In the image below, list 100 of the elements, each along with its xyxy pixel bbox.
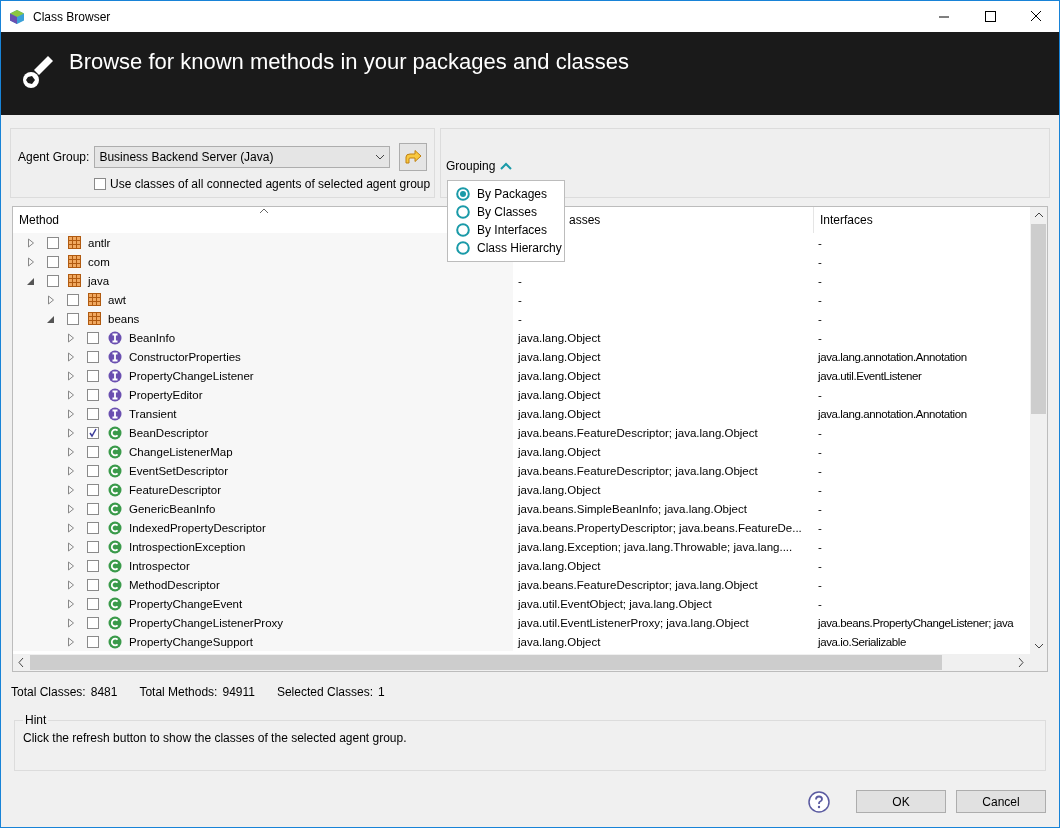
horizontal-scrollbar[interactable]	[13, 654, 1047, 671]
tree-item[interactable]: Transient	[129, 407, 177, 420]
checkbox[interactable]	[87, 407, 99, 420]
expander-icon[interactable]	[67, 351, 75, 362]
checkbox[interactable]	[87, 521, 99, 534]
table-cell: java.lang.Object	[518, 483, 601, 496]
expander-icon[interactable]	[67, 389, 75, 400]
table-cell: java.lang.Object	[518, 407, 601, 420]
app-icon	[9, 8, 25, 25]
tree-item[interactable]: EventSetDescriptor	[129, 464, 229, 477]
expander-icon[interactable]	[27, 237, 35, 248]
expander-icon[interactable]	[67, 522, 75, 533]
refresh-button[interactable]	[399, 143, 428, 171]
expander-icon[interactable]	[67, 484, 75, 495]
checkbox-label: Use classes of all connected agents of selected agent group	[110, 177, 431, 191]
tree-item[interactable]: beans	[108, 312, 140, 325]
table-cell: java.lang.Exception; java.lang.Throwable; java.lang....	[518, 540, 793, 553]
table-cell: java.lang.Object	[518, 635, 601, 648]
radio-option[interactable]: By Classes	[456, 203, 564, 221]
window-title: Class Browser	[33, 9, 111, 24]
agent-group-dropdown[interactable]: Business Backend Server (Java)	[94, 146, 391, 168]
tree-item[interactable]: antlr	[88, 236, 111, 249]
vertical-scrollbar[interactable]	[1030, 207, 1047, 654]
chevron-icon	[500, 162, 513, 170]
tree-item[interactable]: GenericBeanInfo	[129, 502, 216, 515]
arrow-icon	[404, 149, 423, 165]
checkbox[interactable]	[87, 597, 99, 610]
tree-item[interactable]: MethodDescriptor	[129, 578, 220, 591]
checkbox[interactable]	[47, 255, 59, 268]
checkbox[interactable]	[87, 445, 99, 458]
help-icon[interactable]	[808, 790, 830, 813]
checkbox[interactable]	[94, 178, 106, 190]
expander-icon[interactable]	[67, 408, 75, 419]
status-value: 1	[378, 685, 385, 701]
expander-icon[interactable]	[67, 503, 75, 514]
checkbox[interactable]	[87, 464, 99, 477]
expander-icon[interactable]	[67, 560, 75, 571]
expander-icon[interactable]	[67, 427, 75, 438]
tree-item[interactable]: java	[88, 274, 110, 287]
tree-item[interactable]: PropertyChangeListener	[129, 369, 254, 382]
checkbox[interactable]	[87, 502, 99, 515]
checkbox[interactable]	[87, 388, 99, 401]
checkbox[interactable]	[87, 616, 99, 629]
checkbox[interactable]	[87, 559, 99, 572]
expander-icon[interactable]	[27, 256, 35, 267]
checkbox[interactable]	[87, 350, 99, 363]
checkbox[interactable]	[67, 312, 79, 325]
tree-item[interactable]: IndexedPropertyDescriptor	[129, 521, 266, 534]
expander-icon[interactable]	[47, 294, 55, 305]
expander-icon[interactable]	[67, 598, 75, 609]
expander-icon[interactable]	[67, 332, 75, 343]
radio-option[interactable]: By Interfaces	[456, 221, 564, 239]
tree-item[interactable]: ConstructorProperties	[129, 350, 241, 363]
table-cell: -	[818, 578, 822, 591]
table-cell: java.lang.Object	[518, 559, 601, 572]
tree-item[interactable]: PropertyEditor	[129, 388, 203, 401]
tree-item[interactable]: com	[88, 255, 110, 268]
hint-title: Hint	[24, 713, 48, 727]
expander-icon[interactable]	[67, 636, 75, 647]
checkbox[interactable]	[47, 236, 59, 249]
dialog-button[interactable]: OK	[856, 790, 946, 813]
expander-icon[interactable]	[67, 465, 75, 476]
tree-item[interactable]: PropertyChangeSupport	[129, 635, 254, 648]
expander-icon[interactable]	[67, 617, 75, 628]
table-cell: -	[818, 445, 822, 458]
table-cell: java.io.Serializable	[818, 635, 906, 648]
tree-item[interactable]: BeanDescriptor	[129, 426, 209, 439]
checkbox[interactable]	[87, 635, 99, 648]
wrench-icon	[21, 53, 55, 90]
table-cell: java.util.EventObject; java.lang.Object	[518, 597, 712, 610]
package-icon	[68, 255, 81, 268]
checkbox[interactable]	[47, 274, 59, 287]
tree-item[interactable]: IntrospectionException	[129, 540, 246, 553]
status-label: Selected Classes:	[276, 685, 373, 701]
table-cell: java.beans.FeatureDescriptor; java.lang.Object	[518, 578, 758, 591]
tree-item[interactable]: awt	[108, 293, 126, 306]
radio-option[interactable]: Class Hierarchy	[456, 239, 564, 257]
package-icon	[88, 312, 101, 325]
checkbox[interactable]	[67, 293, 79, 306]
checkbox[interactable]	[87, 483, 99, 496]
checkbox[interactable]	[87, 540, 99, 553]
checkbox[interactable]	[87, 369, 99, 382]
expander-icon[interactable]	[67, 370, 75, 381]
checkbox[interactable]	[87, 578, 99, 591]
tree-item[interactable]: Introspector	[129, 559, 190, 572]
table-cell: -	[818, 293, 822, 306]
status-value: 8481	[90, 685, 118, 701]
tree-item[interactable]: FeatureDescriptor	[129, 483, 222, 496]
tree-item[interactable]: BeanInfo	[129, 331, 176, 344]
checkbox[interactable]	[87, 426, 99, 439]
expander-icon[interactable]	[67, 446, 75, 457]
checkbox[interactable]	[87, 331, 99, 344]
expander-icon[interactable]	[67, 541, 75, 552]
tree-item[interactable]: ChangeListenerMap	[129, 445, 233, 458]
table-cell: java.lang.Object	[518, 350, 601, 363]
dialog-button[interactable]: Cancel	[956, 790, 1046, 813]
tree-item[interactable]: PropertyChangeEvent	[129, 597, 243, 610]
radio-option[interactable]: By Packages	[456, 185, 564, 203]
expander-icon[interactable]	[67, 579, 75, 590]
grouping-toggle[interactable]: Grouping	[446, 159, 513, 173]
